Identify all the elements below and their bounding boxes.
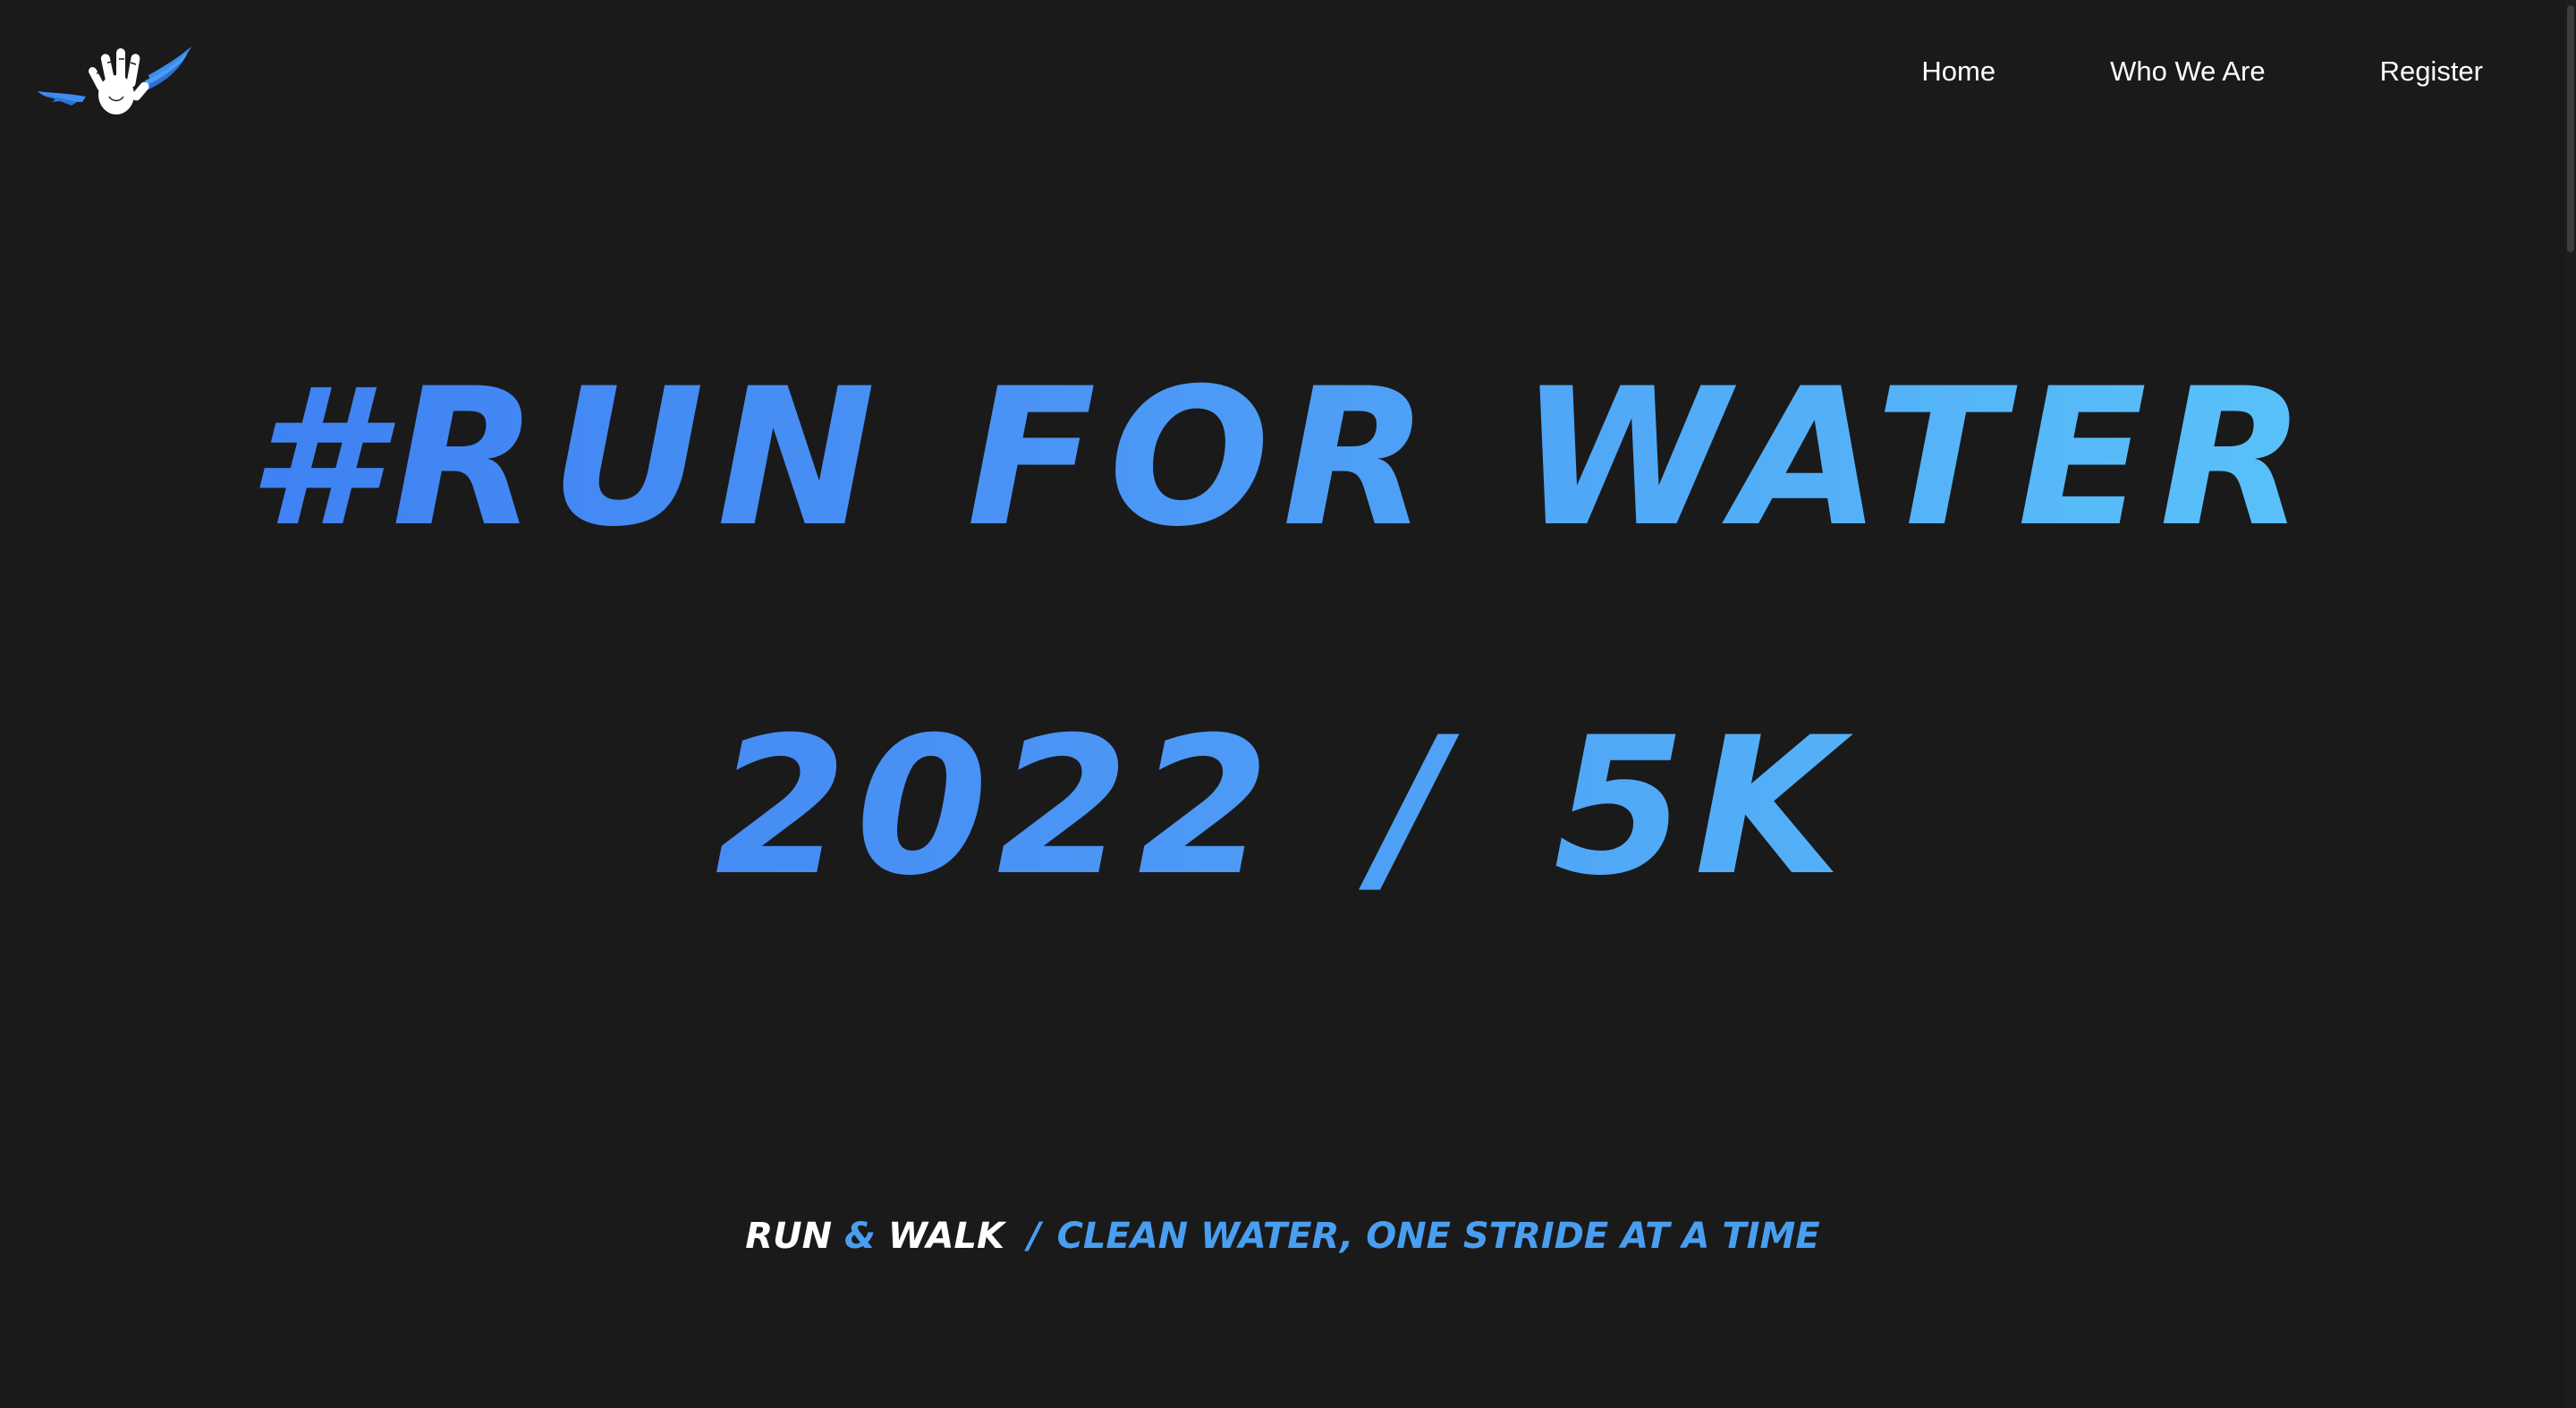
tagline-ampersand: &	[844, 1216, 876, 1257]
tagline-separator: /	[1027, 1216, 1041, 1257]
hero-year: 2022	[715, 696, 1279, 917]
tagline-walk: WALK	[887, 1216, 1004, 1257]
hero-distance: 5K	[1553, 696, 1851, 917]
hero-slash: /	[1377, 696, 1455, 917]
nav-who-we-are-link[interactable]: Who We Are	[2110, 52, 2265, 91]
hero-subtitle: 2022 / 5K	[0, 691, 2565, 923]
nav-register-link[interactable]: Register	[2380, 52, 2483, 91]
tagline-slogan: CLEAN WATER, ONE STRIDE AT A TIME	[1056, 1216, 1820, 1257]
winged-hand-logo-icon	[38, 47, 191, 115]
scrollbar-thumb[interactable]	[2567, 5, 2574, 252]
site-logo[interactable]	[34, 39, 193, 122]
nav-home-link[interactable]: Home	[1921, 52, 1996, 91]
page: Home Who We Are Register #RUN FOR WATER …	[0, 0, 2576, 1408]
tagline-run: RUN	[745, 1216, 833, 1257]
hero-title: #RUN FOR WATER	[0, 351, 2565, 565]
page-scrollbar[interactable]	[2565, 0, 2576, 1408]
tagline: RUN & WALK / CLEAN WATER, ONE STRIDE AT A …	[0, 1209, 2565, 1263]
main-nav: Home Who We Are Register	[1921, 52, 2483, 91]
